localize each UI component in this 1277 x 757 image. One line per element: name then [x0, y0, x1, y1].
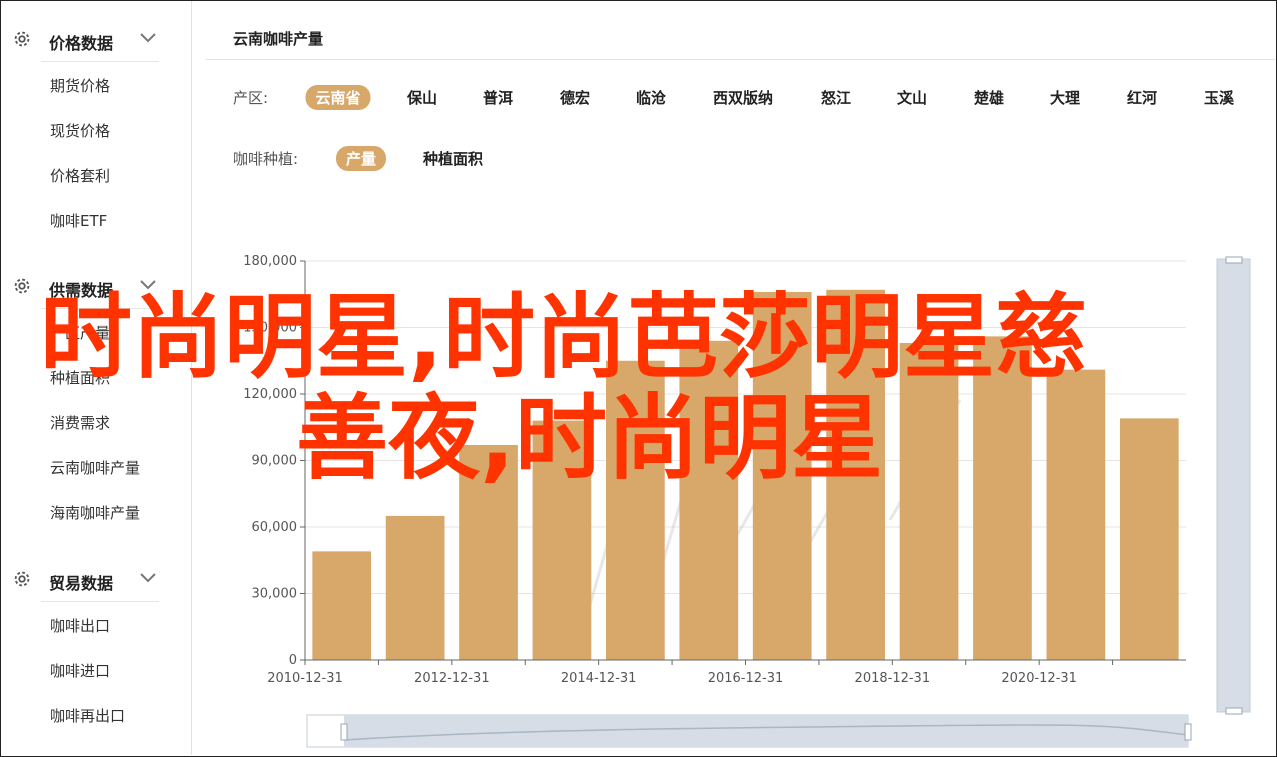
bar-2021-12-31[interactable] [1119, 418, 1179, 660]
horizontal-zoom-handle-right [1184, 723, 1192, 741]
vertical-zoom-handle-bottom [1225, 707, 1243, 715]
bar-chart: 0 30,000 60,000 90,000 120,000 150,000 180,000… [243, 254, 1251, 748]
horizontal-zoom-slider[interactable] [306, 714, 1192, 748]
horizontal-zoom-handle-left [340, 723, 348, 741]
bar-2017-12-31[interactable] [826, 289, 885, 660]
bar-2016-12-31[interactable] [752, 292, 812, 660]
bar-2012-12-31[interactable] [459, 444, 518, 660]
bar-2019-12-31[interactable] [973, 336, 1032, 660]
bar-2011-12-31[interactable] [385, 515, 445, 660]
x-axis-labels: 2010-12-31 2012-12-31 2014-12-31 2016-12-31… [267, 660, 1114, 686]
y-tick-label: 180,000 [243, 254, 297, 269]
y-tick-label: 150,000 [243, 321, 297, 336]
y-axis-labels: 0 30,000 60,000 90,000 120,000 150,000 180,000 [243, 254, 305, 668]
bar-2013-12-31[interactable] [532, 420, 592, 660]
bar-2015-12-31[interactable] [679, 340, 739, 660]
y-tick-label: 120,000 [243, 387, 297, 402]
x-tick-label: 2010-12-31 [267, 671, 343, 686]
bar-2020-12-31[interactable] [1046, 369, 1106, 660]
bar-2010-12-31[interactable] [312, 551, 372, 660]
x-tick-label: 2020-12-31 [1001, 671, 1077, 686]
x-tick-label: 2018-12-31 [855, 671, 931, 686]
bar-2018-12-31[interactable] [899, 343, 959, 660]
bar-2014-12-31[interactable] [606, 360, 665, 660]
y-tick-label: 60,000 [252, 520, 298, 535]
horizontal-zoom-selection [344, 715, 1188, 747]
y-tick-label: 30,000 [252, 587, 298, 602]
bars [312, 289, 1179, 660]
x-tick-label: 2014-12-31 [561, 671, 637, 686]
y-tick-label: 0 [289, 653, 297, 668]
vertical-zoom-handle-top [1225, 256, 1243, 264]
y-tick-label: 90,000 [252, 454, 298, 469]
vertical-zoom-slider[interactable] [1216, 256, 1251, 715]
vertical-zoom-track [1216, 258, 1251, 713]
x-tick-label: 2012-12-31 [414, 671, 490, 686]
x-tick-label: 2016-12-31 [708, 671, 784, 686]
